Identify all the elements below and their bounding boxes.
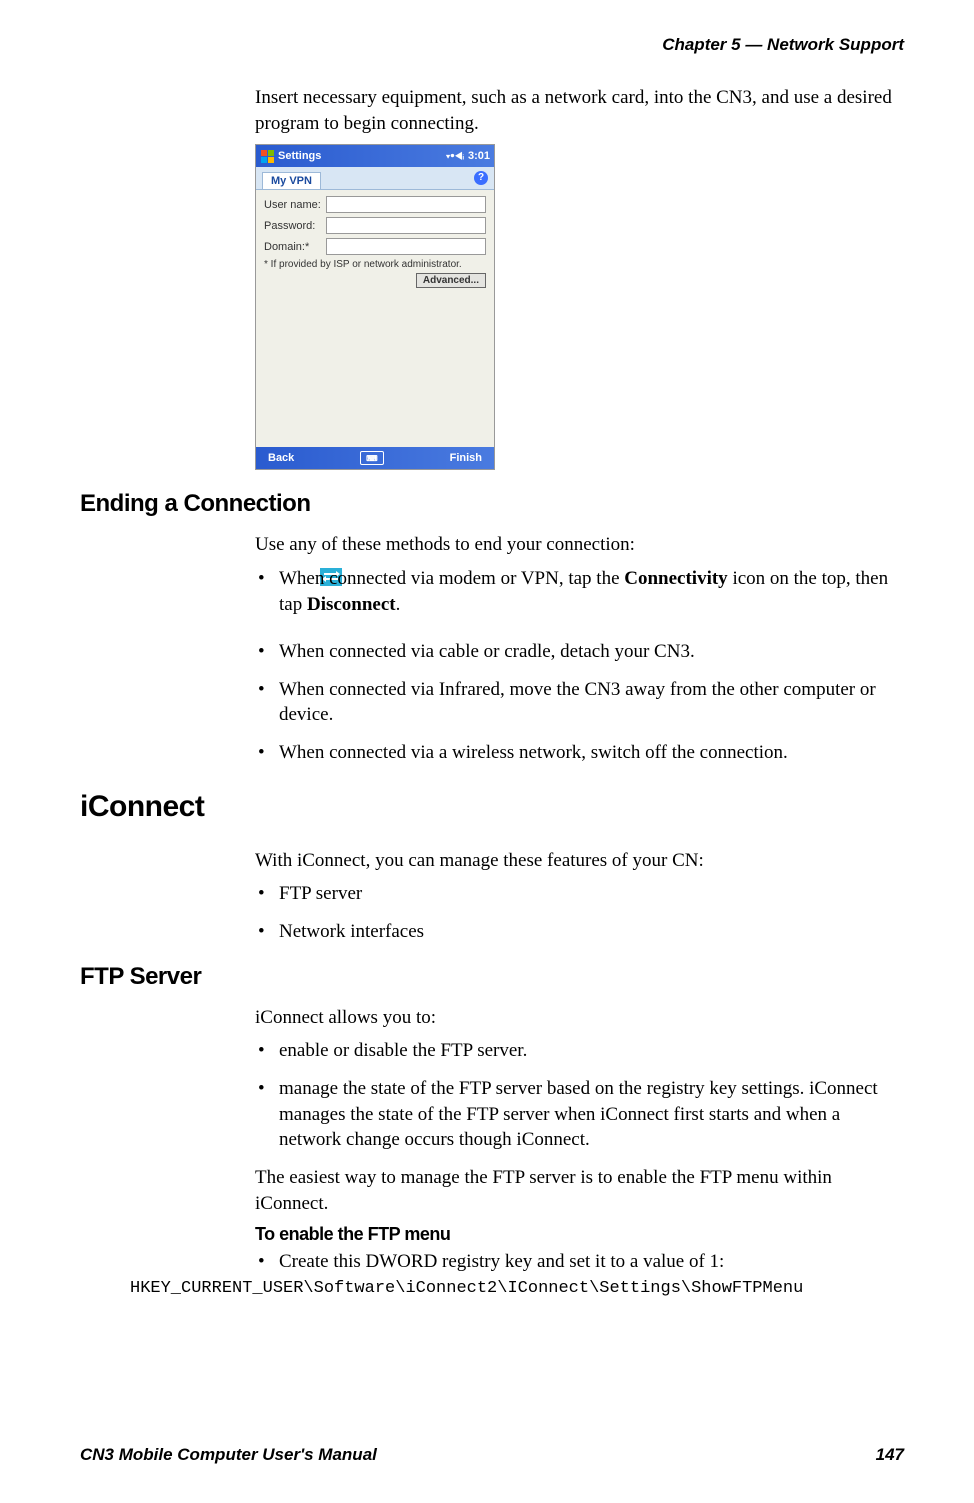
password-input <box>326 217 486 234</box>
keyboard-icon: ⌨ <box>360 451 384 465</box>
screenshot-time: 3:01 <box>468 150 490 162</box>
domain-input <box>326 238 486 255</box>
password-label: Password: <box>264 220 326 232</box>
ending-bullet-1: When connected via modem or VPN, tap the… <box>255 566 904 617</box>
iconnect-bullet-2: Network interfaces <box>255 919 904 945</box>
ending-b1-post: . <box>396 594 401 615</box>
signal-icon: ▾ꔷ◀ᵢ <box>446 151 464 162</box>
windows-flag-icon <box>260 149 274 163</box>
back-button: Back <box>268 452 294 464</box>
screenshot-note: * If provided by ISP or network administ… <box>264 259 486 270</box>
ftp-outro: The easiest way to manage the FTP server… <box>255 1165 904 1216</box>
ftp-server-heading: FTP Server <box>80 963 904 991</box>
ending-b1-bold2: Disconnect <box>307 594 396 615</box>
ending-bullet-3: When connected via Infrared, move the CN… <box>255 677 904 728</box>
advanced-button: Advanced... <box>416 273 486 288</box>
footer-page-number: 147 <box>876 1445 904 1465</box>
ftp-enable-subheading: To enable the FTP menu <box>255 1224 904 1245</box>
ftp-bullet-1: enable or disable the FTP server. <box>255 1038 904 1064</box>
footer-manual-name: CN3 Mobile Computer User's Manual <box>80 1445 377 1465</box>
ending-bullet-4: When connected via a wireless network, s… <box>255 740 904 766</box>
screenshot-titlebar: Settings ▾ꔷ◀ᵢ 3:01 <box>256 145 494 167</box>
intro-paragraph: Insert necessary equipment, such as a ne… <box>255 85 904 136</box>
screenshot-tab: My VPN <box>262 172 321 189</box>
iconnect-intro: With iConnect, you can manage these feat… <box>255 848 904 874</box>
iconnect-heading: iConnect <box>80 790 904 824</box>
finish-button: Finish <box>450 452 482 464</box>
username-label: User name: <box>264 199 326 211</box>
username-input <box>326 196 486 213</box>
help-icon: ? <box>474 171 488 185</box>
ftp-bullet-2: manage the state of the FTP server based… <box>255 1076 904 1153</box>
screenshot-tabbar: My VPN ? <box>256 167 494 190</box>
iconnect-bullet-1: FTP server <box>255 881 904 907</box>
ending-b1-bold1: Connectivity <box>624 568 727 589</box>
ftp-sub-bullet: Create this DWORD registry key and set i… <box>255 1249 904 1275</box>
ending-intro: Use any of these methods to end your con… <box>255 532 904 558</box>
ending-bullet-2: When connected via cable or cradle, deta… <box>255 639 904 665</box>
registry-key: HKEY_CURRENT_USER\Software\iConnect2\ICo… <box>130 1279 904 1298</box>
screenshot-title: Settings <box>278 150 321 162</box>
ending-connection-heading: Ending a Connection <box>80 490 904 518</box>
ftp-intro: iConnect allows you to: <box>255 1005 904 1031</box>
domain-label: Domain:* <box>264 241 326 253</box>
page-header: Chapter 5 — Network Support <box>80 35 904 55</box>
ending-b1-pre: When connected via modem or VPN, tap the <box>279 568 624 589</box>
vpn-settings-screenshot: Settings ▾ꔷ◀ᵢ 3:01 My VPN ? User name: P… <box>255 144 495 470</box>
